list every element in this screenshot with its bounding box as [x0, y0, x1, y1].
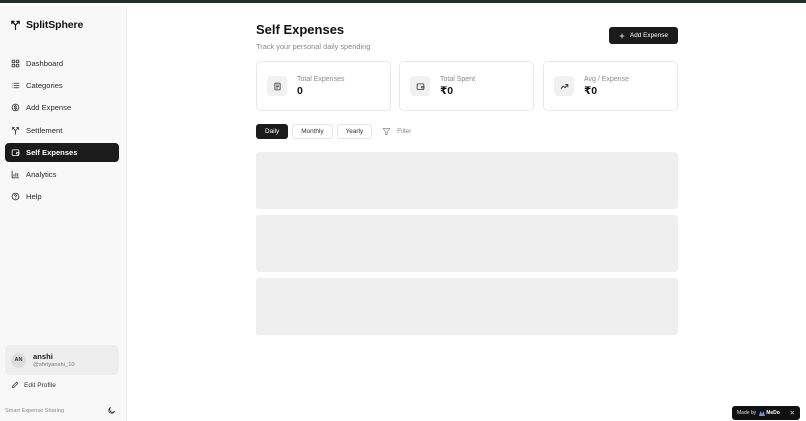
loading-skeleton [256, 278, 678, 335]
stat-text: Total Spent ₹0 [440, 75, 475, 98]
wallet-icon [416, 82, 424, 90]
period-tabs: Daily Monthly Yearly Filter [256, 124, 411, 139]
stat-value: ₹0 [584, 84, 598, 97]
brand-name: SplitSphere [26, 19, 84, 31]
loading-skeleton [256, 215, 678, 272]
brand[interactable]: SplitSphere [10, 18, 83, 32]
tab-monthly[interactable]: Monthly [292, 124, 333, 139]
stat-text: Total Expenses 0 [297, 75, 344, 98]
stat-label: Avg / Expense [584, 75, 630, 83]
close-badge-button[interactable]: ✕ [790, 409, 795, 417]
app-root: SplitSphere Dashboard Categories Add Exp… [0, 6, 806, 421]
made-by-badge[interactable]: Made by MeDo ✕ [732, 406, 800, 420]
sidebar-item-help[interactable]: Help [5, 187, 119, 206]
edit-profile-label: Edit Profile [24, 381, 56, 389]
stat-icon-wrap [554, 76, 574, 96]
sidebar-item-label: Settlement [26, 125, 63, 135]
help-circle-icon [11, 192, 20, 201]
sidebar-item-label: Dashboard [26, 59, 64, 68]
medo-brand: MeDo [759, 410, 780, 416]
stat-icon-wrap [267, 76, 287, 96]
dollar-circle-icon [11, 104, 20, 112]
trending-up-icon [560, 83, 568, 89]
main-content: Self Expenses Track your personal daily … [128, 6, 806, 421]
sidebar-item-label: Categories [26, 81, 63, 91]
page-title: Self Expenses [256, 22, 345, 37]
plus-icon [619, 33, 625, 38]
edit-profile-button[interactable]: Edit Profile [11, 381, 56, 389]
add-expense-button[interactable]: Add Expense [609, 27, 678, 44]
page-subtitle: Track your personal daily spending [256, 42, 371, 51]
sidebar-item-add-expense[interactable]: Add Expense [5, 98, 119, 117]
stat-card-total-spent: Total Spent ₹0 [399, 61, 534, 111]
loading-skeleton [256, 152, 678, 209]
sidebar-item-label: Help [26, 192, 42, 202]
stat-icon-wrap [410, 76, 430, 96]
stat-label: Total Expenses [297, 75, 345, 83]
filter-icon [382, 128, 391, 136]
medo-brand-name: MeDo [766, 410, 780, 416]
user-card[interactable]: AN anshi @shriyanshi_10 [5, 345, 119, 375]
split-icon [12, 126, 19, 135]
sidebar-nav: Dashboard Categories Add Expense Settlem… [5, 54, 119, 209]
stat-label: Total Spent [440, 75, 476, 83]
pencil-icon [11, 381, 19, 389]
user-handle: @shriyanshi_10 [33, 361, 75, 368]
made-by-text: Made by [737, 410, 757, 416]
sidebar-item-dashboard[interactable]: Dashboard [5, 54, 119, 73]
avatar: AN [11, 352, 26, 368]
sidebar-item-analytics[interactable]: Analytics [5, 165, 119, 184]
dashboard-icon [11, 59, 20, 68]
stat-value: 0 [297, 84, 303, 97]
sidebar-item-label: Analytics [26, 169, 57, 179]
medo-logo-icon [759, 410, 766, 416]
sidebar: SplitSphere Dashboard Categories Add Exp… [0, 6, 127, 421]
sidebar-item-label: Add Expense [26, 103, 72, 113]
filter-button[interactable]: Filter [382, 127, 411, 136]
tab-yearly[interactable]: Yearly [336, 124, 373, 139]
add-expense-label: Add Expense [629, 32, 669, 39]
tab-daily[interactable]: Daily [256, 124, 289, 139]
moon-icon[interactable] [107, 406, 116, 415]
stat-text: Avg / Expense ₹0 [584, 75, 629, 98]
list-icon [11, 83, 20, 89]
bar-chart-icon [11, 170, 20, 179]
stat-value: ₹0 [440, 84, 454, 97]
sidebar-footer-text: Smart Expense Sharing [5, 408, 65, 414]
receipt-icon [273, 82, 281, 90]
sidebar-item-self-expenses[interactable]: Self Expenses [5, 142, 119, 162]
sidebar-item-label: Self Expenses [26, 147, 78, 157]
sidebar-item-settlement[interactable]: Settlement [5, 121, 119, 140]
filter-label: Filter [397, 128, 412, 135]
stat-card-avg-expense: Avg / Expense ₹0 [543, 61, 678, 111]
split-logo-icon [11, 20, 20, 31]
user-name: anshi [33, 351, 53, 361]
user-info: anshi @shriyanshi_10 [33, 352, 75, 369]
wallet-icon [11, 149, 20, 156]
stat-card-total-expenses: Total Expenses 0 [256, 61, 391, 111]
sidebar-item-categories[interactable]: Categories [5, 76, 119, 95]
